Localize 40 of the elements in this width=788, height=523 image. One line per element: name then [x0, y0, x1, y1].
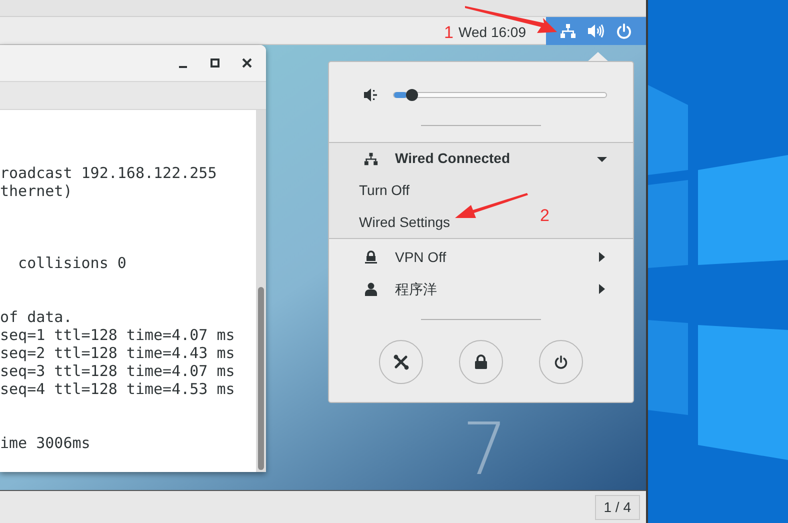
network-icon [560, 22, 576, 38]
terminal-line: seq=1 ttl=128 time=4.07 ms [0, 326, 236, 344]
power-icon [554, 355, 568, 369]
network-menu-item[interactable]: Wired Connected [329, 143, 633, 174]
terminal-line: seq=2 ttl=128 time=4.43 ms [0, 344, 236, 362]
submenu-arrow-icon [599, 284, 605, 294]
annotation-number: 1 [444, 22, 454, 44]
terminal-line: roadcast 192.168.122.255 [0, 164, 218, 182]
power-button[interactable] [539, 340, 583, 384]
terminal-line: thernet) [0, 182, 74, 200]
lock-icon [474, 354, 488, 370]
person-icon [365, 282, 377, 296]
annotation-number: 2 [540, 205, 550, 227]
settings-button[interactable] [379, 340, 423, 384]
lock-button[interactable] [459, 340, 503, 384]
terminal-line: collisions 0 [17, 254, 128, 272]
menu-item[interactable]: 程序洋 [329, 273, 633, 305]
terminal-line: seq=3 ttl=128 time=4.07 ms [0, 362, 236, 380]
scrollbar[interactable] [256, 110, 266, 472]
terminal-line: seq=4 ttl=128 time=4.53 ms [0, 380, 236, 398]
maximize-icon[interactable] [208, 56, 222, 70]
wallpaper-logo: 7 [462, 413, 508, 485]
tools-icon [392, 353, 410, 371]
menu-item[interactable]: Turn Off [359, 180, 410, 200]
clock[interactable]: Wed 16:09 [458, 22, 526, 43]
volume-icon [586, 22, 605, 38]
status-area[interactable] [546, 16, 646, 44]
terminal-line: ime 3006ms [0, 434, 92, 452]
network-icon [364, 152, 378, 166]
power-icon [616, 22, 632, 38]
volume-slider[interactable] [393, 88, 607, 102]
terminal-line: of data. [0, 308, 74, 326]
menu-item[interactable]: VPN Off [329, 241, 633, 273]
volume-muted-icon [363, 86, 379, 102]
submenu-arrow-icon [599, 252, 605, 262]
vpn-lock-icon [365, 250, 377, 264]
menu-item[interactable]: Wired Settings [359, 212, 450, 232]
close-icon[interactable] [240, 56, 254, 70]
workspace-indicator[interactable]: 1 / 4 [594, 494, 640, 520]
slider-thumb[interactable] [406, 88, 418, 100]
